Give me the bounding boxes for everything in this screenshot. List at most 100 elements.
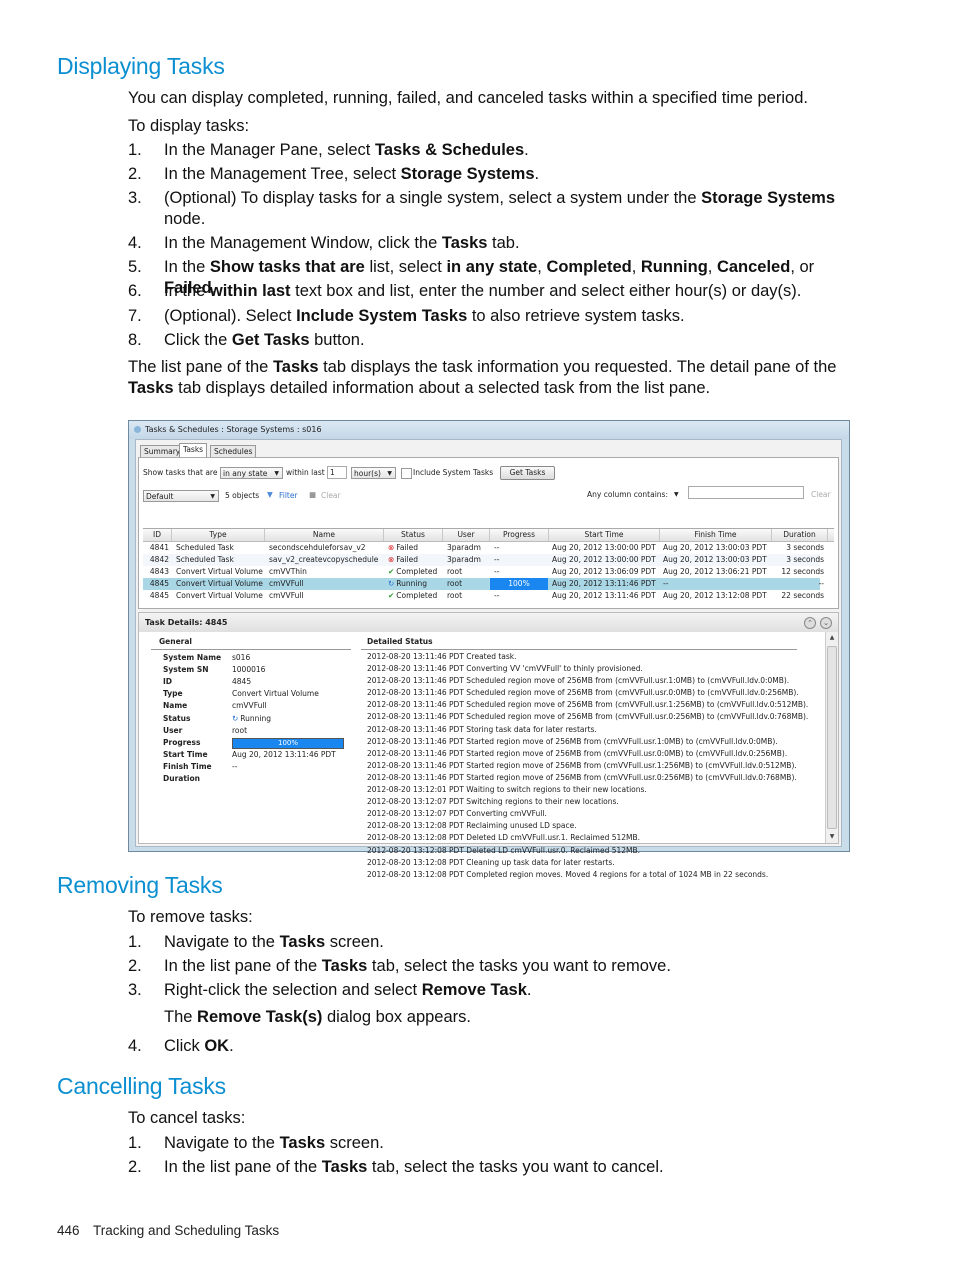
property-key: ID [163,677,173,687]
step-number: 4. [128,234,142,252]
property-value: s016 [232,653,251,662]
include-system-tasks-checkbox[interactable] [401,468,412,479]
filter-icon[interactable]: ▼ [267,489,273,501]
property-key: User [163,725,183,735]
table-row[interactable]: 4843 Convert Virtual Volume cmVVThin Comple… [143,566,824,578]
log-line: 2012-08-20 13:11:46 PDT Scheduled region… [367,700,809,710]
expand-icon[interactable]: ⌄ [820,617,832,629]
chevron-down-icon[interactable]: ▼ [674,489,679,501]
step-text: In the within last text box and list, en… [164,282,802,300]
col-id[interactable]: ID [143,529,172,541]
cell-progress: -- [494,543,500,552]
state-select-value: in any state [223,469,268,478]
collapse-icon[interactable]: ⌃ [804,617,816,629]
property-value: Aug 20, 2012 13:11:46 PDT [232,749,336,759]
property-key: Start Time [163,749,208,759]
col-status[interactable]: Status [384,529,443,541]
tab-summary[interactable]: Summary [140,445,185,457]
ui-term: Tasks [321,957,368,975]
ui-term: Remove Task(s) [197,1008,323,1026]
chevron-down-icon: ▼ [210,493,215,500]
divider [361,649,797,650]
col-name[interactable]: Name [265,529,384,541]
scroll-up-icon[interactable]: ▲ [826,632,838,644]
table-row[interactable]: 4841 Scheduled Task secondscehduleforsav_v… [143,542,824,554]
cell-finish: Aug 20, 2012 13:12:08 PDT [663,591,767,600]
step-text: In the list pane of the Tasks tab, selec… [164,1158,664,1176]
state-select[interactable]: in any state ▼ [220,467,283,479]
cell-progress: -- [494,567,500,576]
cell-name: cmVVThin [269,567,307,576]
col-user[interactable]: User [443,529,490,541]
cell-type: Scheduled Task [176,543,234,552]
log-line: 2012-08-20 13:12:07 PDT Converting cmVVF… [367,809,547,819]
cell-duration: 12 seconds [781,567,824,576]
cell-start: Aug 20, 2012 13:06:09 PDT [552,567,656,576]
divider [151,649,351,650]
unit-select[interactable]: hour(s) ▼ [351,467,396,479]
ui-term: Tasks & Schedules [374,141,525,159]
cell-user: root [447,591,463,600]
scroll-thumb[interactable] [827,646,837,829]
page-number: 446 [57,1223,80,1238]
get-tasks-button[interactable]: Get Tasks [500,466,555,480]
step-text: (Optional) To display tasks for a single… [164,189,836,228]
table-row[interactable]: 4845 Convert Virtual Volume cmVVFull Runnin… [143,578,824,590]
cell-duration: 22 seconds [781,591,824,600]
details-scrollbar[interactable]: ▲ ▼ [825,632,838,843]
log-line: 2012-08-20 13:11:46 PDT Started region m… [367,736,778,746]
step-text: In the Management Window, click the Task… [164,234,520,252]
ui-term: Storage Systems [701,189,836,207]
task-table: ID Type Name Status User Progress Start … [143,528,834,607]
log-line: 2012-08-20 13:11:46 PDT Converting VV 'c… [367,664,643,674]
filter-link[interactable]: Filter [279,490,298,502]
ui-term: Tasks [441,234,488,252]
step-number: 2. [128,957,142,975]
step-text: (Optional). Select Include System Tasks … [164,307,685,325]
cell-duration: -- [818,579,824,588]
intro-paragraph: You can display completed, running, fail… [128,89,808,107]
property-key: Duration [163,774,200,783]
cell-type: Convert Virtual Volume [176,579,263,588]
tab-tasks[interactable]: Tasks [179,443,208,457]
property-value: cmVVFull [232,701,267,711]
object-count: 5 objects [225,491,260,500]
ui-term: Tasks [321,1158,368,1176]
col-finish-time[interactable]: Finish Time [660,529,772,541]
search-clear-link[interactable]: Clear [811,489,831,501]
col-type[interactable]: Type [172,529,265,541]
step-number: 2. [128,1158,142,1176]
tasks-window-screenshot: Tasks & Schedules : Storage Systems : s0… [128,420,850,879]
ui-term: Show tasks that are [209,258,365,276]
log-line: 2012-08-20 13:12:08 PDT Reclaiming unuse… [367,821,577,831]
table-row[interactable]: 4845 Convert Virtual Volume cmVVFull Comple… [143,590,824,602]
search-input[interactable] [688,486,804,499]
col-duration[interactable]: Duration [772,529,828,541]
ui-term: Tasks [279,933,326,951]
log-line: 2012-08-20 13:11:46 PDT Scheduled region… [367,712,809,722]
step-number: 2. [128,165,142,183]
lead-remove: To remove tasks: [128,908,253,926]
log-line: 2012-08-20 13:12:08 PDT Cleaning up task… [367,857,615,867]
view-select[interactable]: Default ▼ [143,490,219,502]
page-footer: 446 Tracking and Scheduling Tasks [57,1223,279,1238]
within-last-input[interactable]: 1 [327,466,347,479]
tab-schedules[interactable]: Schedules [210,445,257,457]
detailed-status-title: Detailed Status [367,637,433,646]
step-text: Navigate to the Tasks screen. [164,933,384,951]
table-row[interactable]: 4842 Scheduled Task sav_v2_createvcopysche… [143,554,824,566]
col-start-time[interactable]: Start Time [549,529,660,541]
log-line: 2012-08-20 13:12:08 PDT Deleted LD cmVVF… [367,845,641,855]
cell-type: Scheduled Task [176,555,234,564]
scroll-down-icon[interactable]: ▼ [826,831,838,843]
property-key: Status [163,713,191,723]
log-line: 2012-08-20 13:11:46 PDT Created task. [367,652,517,661]
cell-name: cmVVFull [269,579,304,588]
after-paragraph: The list pane of the Tasks tab displays … [128,358,837,397]
cell-user: 3paradm [447,555,481,564]
within-last-label: within last [286,468,325,477]
clear-filter-link[interactable]: Clear [321,490,341,502]
lead-cancel: To cancel tasks: [128,1109,246,1127]
heading-removing-tasks: Removing Tasks [57,872,223,898]
col-progress[interactable]: Progress [490,529,549,541]
